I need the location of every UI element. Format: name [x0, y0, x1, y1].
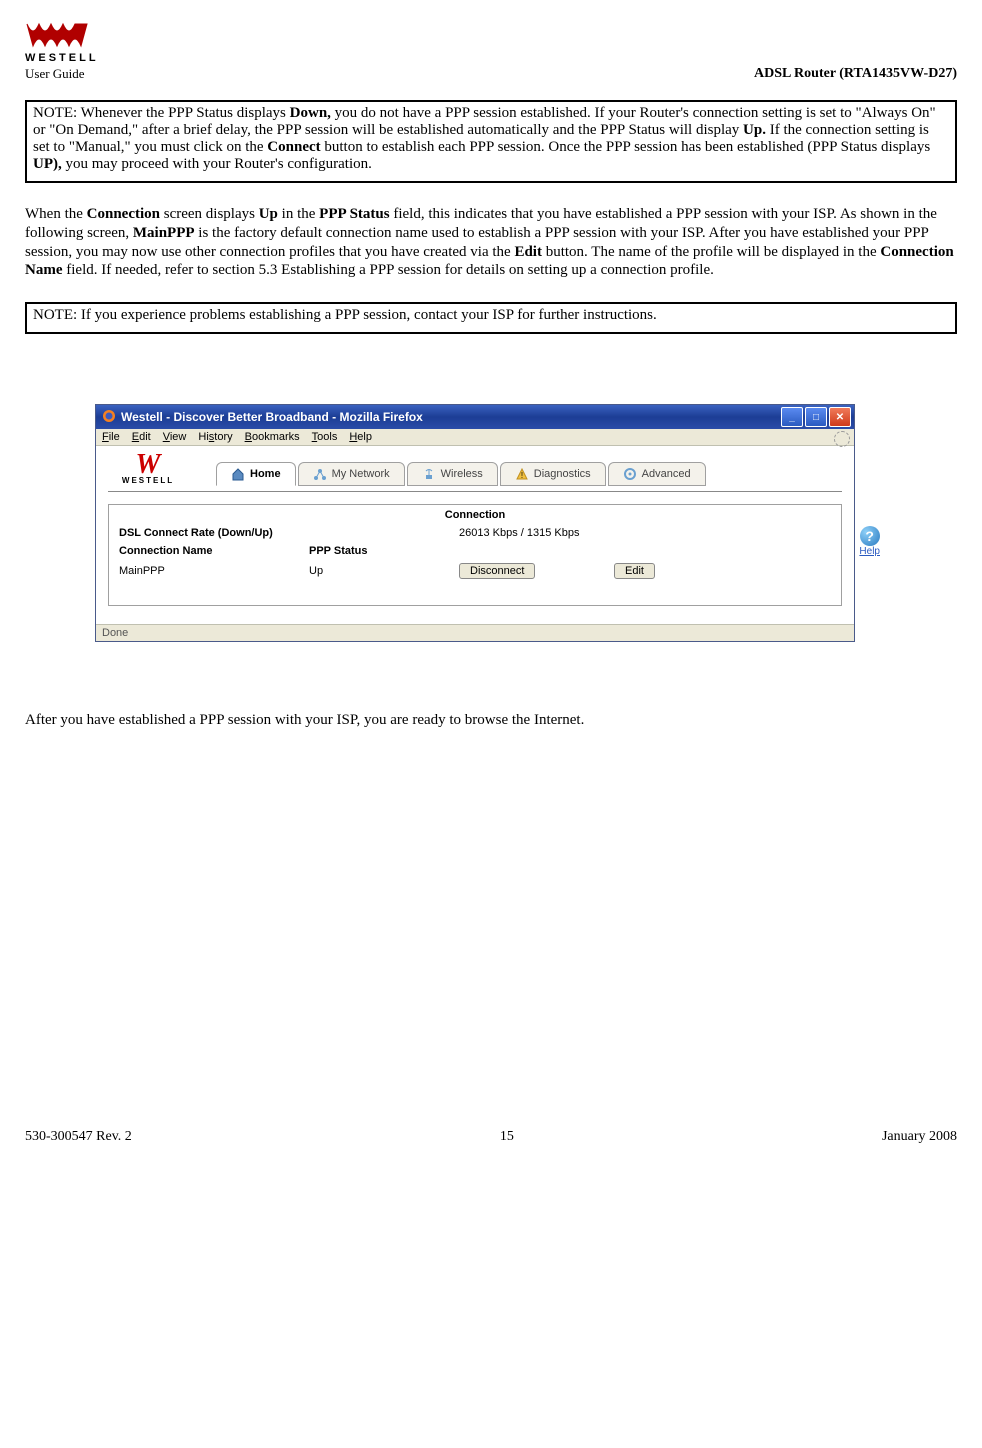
footer-date: January 2008 — [882, 1129, 957, 1145]
page-footer: 530-300547 Rev. 2 15 January 2008 — [25, 1129, 957, 1145]
note1-bold-connect: Connect — [267, 139, 320, 155]
edit-button[interactable]: Edit — [614, 563, 655, 579]
westell-logo-icon — [25, 20, 99, 52]
connection-panel-title: Connection — [119, 509, 831, 521]
menu-edit[interactable]: Edit — [132, 431, 151, 443]
connection-grid: DSL Connect Rate (Down/Up) 26013 Kbps / … — [119, 527, 831, 579]
note1-bold-upcaps: UP), — [33, 156, 62, 172]
help-badge[interactable]: ? Help — [859, 526, 880, 557]
dsl-rate-value: 26013 Kbps / 1315 Kbps — [459, 527, 614, 539]
note1-bold-up: Up. — [743, 122, 766, 138]
close-button[interactable]: ✕ — [829, 407, 851, 427]
westell-mark-icon: W — [136, 454, 161, 476]
page-content: W WESTELL Home My Network — [96, 446, 854, 624]
menu-history[interactable]: History — [198, 431, 232, 443]
tab-my-network-label: My Network — [332, 468, 390, 480]
note2-text: NOTE: If you experience problems establi… — [33, 307, 657, 323]
window-control-buttons: _ □ ✕ — [781, 407, 851, 427]
window-title: Westell - Discover Better Broadband - Mo… — [121, 410, 423, 424]
menu-view[interactable]: View — [163, 431, 187, 443]
home-icon — [231, 467, 245, 481]
footer-revision: 530-300547 Rev. 2 — [25, 1129, 132, 1145]
browser-statusbar: Done — [96, 624, 854, 641]
advanced-icon — [623, 467, 637, 481]
minimize-button[interactable]: _ — [781, 407, 803, 427]
note1-bold-down: Down, — [290, 105, 331, 121]
tab-wireless-label: Wireless — [441, 468, 483, 480]
tab-advanced[interactable]: Advanced — [608, 462, 706, 486]
note1-text4: you may proceed with your Router's confi… — [62, 156, 372, 172]
connection-panel: Connection DSL Connect Rate (Down/Up) 26… — [108, 504, 842, 606]
nav-tabs: Home My Network Wireless — [216, 462, 706, 485]
throbber-icon — [834, 431, 850, 447]
help-label: Help — [859, 546, 880, 557]
help-icon: ? — [860, 526, 880, 546]
titlebar-left: Westell - Discover Better Broadband - Mo… — [102, 409, 423, 426]
note-box-1: NOTE: Whenever the PPP Status displays D… — [25, 100, 957, 183]
disconnect-button[interactable]: Disconnect — [459, 563, 535, 579]
wireless-icon — [422, 467, 436, 481]
connection-name-label: Connection Name — [119, 545, 309, 557]
tab-advanced-label: Advanced — [642, 468, 691, 480]
browser-titlebar: Westell - Discover Better Broadband - Mo… — [96, 405, 854, 429]
menu-file[interactable]: File — [102, 431, 120, 443]
browser-screenshot: Westell - Discover Better Broadband - Mo… — [95, 404, 855, 642]
browser-window: Westell - Discover Better Broadband - Mo… — [95, 404, 855, 642]
tab-diagnostics-label: Diagnostics — [534, 468, 591, 480]
svg-text:!: ! — [521, 471, 523, 480]
header-left: WESTELL User Guide — [25, 20, 99, 82]
menu-help[interactable]: Help — [349, 431, 372, 443]
westell-label: WESTELL — [122, 476, 174, 485]
footer-page-number: 15 — [500, 1129, 514, 1145]
connection-name-value: MainPPP — [119, 565, 309, 577]
note-box-2: NOTE: If you experience problems establi… — [25, 302, 957, 334]
diagnostics-icon: ! — [515, 467, 529, 481]
westell-logo-small: W WESTELL — [108, 454, 188, 485]
status-text: Done — [102, 627, 128, 639]
page-header: WESTELL User Guide ADSL Router (RTA1435V… — [25, 20, 957, 82]
ppp-status-value: Up — [309, 565, 459, 577]
menu-tools[interactable]: Tools — [312, 431, 338, 443]
dsl-rate-label: DSL Connect Rate (Down/Up) — [119, 527, 309, 539]
user-guide-label: User Guide — [25, 66, 99, 82]
tab-my-network[interactable]: My Network — [298, 462, 405, 486]
tab-diagnostics[interactable]: ! Diagnostics — [500, 462, 606, 486]
note1-text3: button to establish each PPP session. On… — [321, 139, 931, 155]
browser-menubar: File Edit View History Bookmarks Tools H… — [96, 429, 854, 446]
maximize-button[interactable]: □ — [805, 407, 827, 427]
tab-wireless[interactable]: Wireless — [407, 462, 498, 486]
router-model-label: ADSL Router (RTA1435VW-D27) — [754, 66, 957, 82]
ppp-status-label: PPP Status — [309, 545, 459, 557]
logo-brand-text: WESTELL — [25, 52, 99, 64]
note1-prefix: NOTE: Whenever the PPP Status displays — [33, 105, 290, 121]
tab-home-label: Home — [250, 468, 281, 480]
firefox-icon — [102, 409, 116, 426]
menu-bookmarks[interactable]: Bookmarks — [245, 431, 300, 443]
tab-home[interactable]: Home — [216, 462, 296, 486]
body-paragraph-1: When the Connection screen displays Up i… — [25, 205, 957, 280]
network-icon — [313, 467, 327, 481]
after-paragraph: After you have established a PPP session… — [25, 712, 957, 729]
brand-nav-row: W WESTELL Home My Network — [108, 454, 842, 492]
